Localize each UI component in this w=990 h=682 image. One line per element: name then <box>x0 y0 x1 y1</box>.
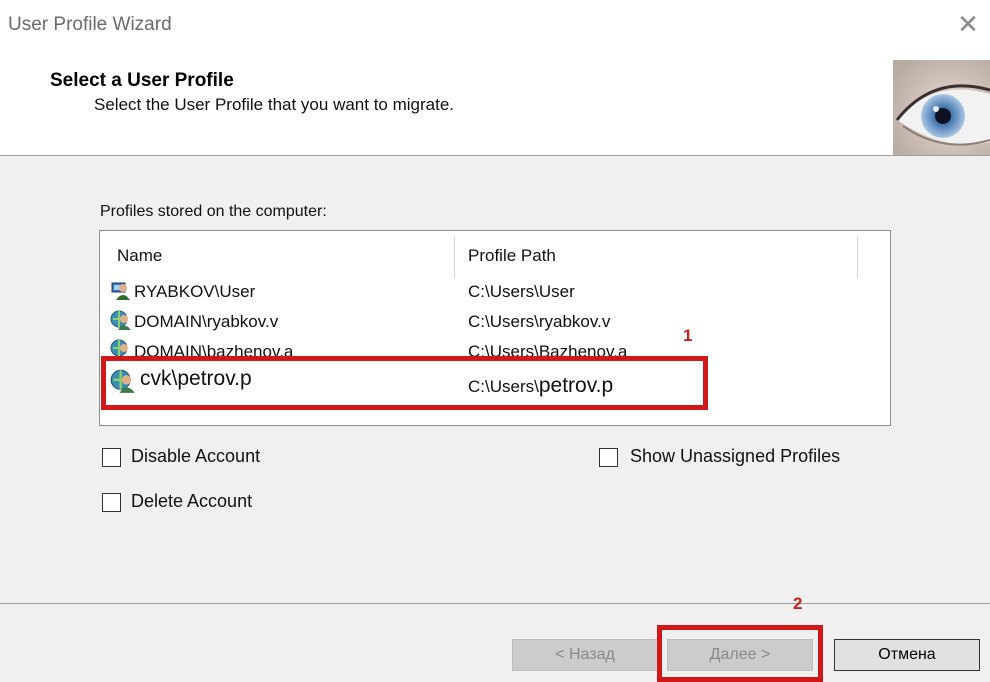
page-title: Select a User Profile <box>50 70 234 91</box>
annotation-marker: 2 <box>793 594 803 613</box>
profile-name: DOMAIN\ryabkov.v <box>134 312 279 331</box>
page-subtitle: Select the User Profile that you want to… <box>94 95 455 114</box>
domain-user-icon <box>110 338 132 358</box>
close-icon[interactable]: ✕ <box>955 11 981 37</box>
show-unassigned-checkbox[interactable] <box>599 448 618 467</box>
annotation-marker: 1 <box>683 326 693 345</box>
annotation-highlight-box <box>657 625 823 682</box>
annotation-highlight-box <box>101 356 708 410</box>
column-header-name[interactable]: Name <box>117 246 162 266</box>
back-button[interactable]: < Назад <box>512 639 658 671</box>
window-title: User Profile Wizard <box>8 14 172 35</box>
disable-account-label[interactable]: Disable Account <box>131 446 260 467</box>
column-divider[interactable] <box>454 236 455 278</box>
profile-path: C:\Users\User <box>468 282 575 301</box>
delete-account-checkbox[interactable] <box>102 493 121 512</box>
eye-logo-icon <box>893 60 990 156</box>
column-divider[interactable] <box>857 236 858 278</box>
delete-account-label[interactable]: Delete Account <box>131 491 252 512</box>
local-user-icon <box>110 279 132 301</box>
profile-path: C:\Users\ryabkov.v <box>468 312 611 331</box>
disable-account-checkbox[interactable] <box>102 448 121 467</box>
domain-user-icon <box>110 309 132 331</box>
column-header-profile-path[interactable]: Profile Path <box>468 246 556 266</box>
profiles-label: Profiles stored on the computer: <box>100 203 327 220</box>
list-item[interactable]: DOMAIN\bazhenov.a C:\Users\Bazhenov.a <box>100 338 700 358</box>
cancel-button[interactable]: Отмена <box>834 639 980 671</box>
show-unassigned-label[interactable]: Show Unassigned Profiles <box>630 446 840 467</box>
profile-name: RYABKOV\User <box>134 282 256 301</box>
